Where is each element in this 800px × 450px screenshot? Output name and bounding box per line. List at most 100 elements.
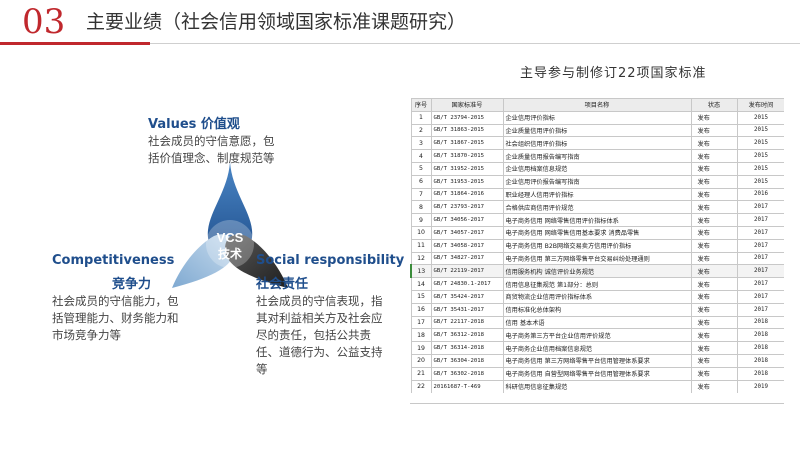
table-row[interactable]: 20 GB/T 36304-2018 电子商务信用 第三方网络零售平台信用管理体系要… xyxy=(410,353,784,368)
competitiveness-text: 社会成员的守信能力，包括管理能力、财务能力和市场竞争力等 xyxy=(52,294,179,342)
table-row[interactable]: 9 GB/T 34056-2017 电子商务信用 网络零售信用评价指标体系 发布 201… xyxy=(410,213,784,227)
standard-code: GB/T 35431-2017 xyxy=(430,302,504,317)
table-header-row: 序号 国家标准号 项目名称 状态 发布时间 xyxy=(410,98,784,112)
year-cell: 2017 xyxy=(736,289,784,304)
status-cell: 发布 xyxy=(690,187,738,202)
row-number: 13 xyxy=(410,264,432,279)
vcs-diagram: Values 价值观 社会成员的守信意愿，包括价值理念、制度规范等 VCS 技术… xyxy=(30,105,404,405)
status-cell: 发布 xyxy=(690,277,738,291)
year-cell: 2017 xyxy=(736,225,784,240)
status-cell: 发布 xyxy=(690,238,738,253)
table-row[interactable]: 15 GB/T 35424-2017 商贸物流企业信用评价指标体系 发布 2017 xyxy=(410,289,784,304)
table-row[interactable]: 21 GB/T 36302-2018 电子商务信用 自营型网络零售平台信用管理体系要… xyxy=(410,366,784,381)
project-name: 电子商务信用 网络零售信用基本要求 消费品零售 xyxy=(502,225,692,240)
social-responsibility-title: Social responsibility xyxy=(256,253,405,268)
row-number: 21 xyxy=(410,366,432,381)
table-row[interactable]: 13 GB/T 22119-2017 信用服务机构 诚信评价业务规范 发布 2017 xyxy=(410,264,784,279)
project-name: 电子商务信用 自营型网络零售平台信用管理体系要求 xyxy=(502,366,692,381)
year-cell: 2019 xyxy=(736,379,784,393)
project-name: 电子商务信用 B2B网络交易卖方信用评价指标 xyxy=(502,238,692,253)
status-cell: 发布 xyxy=(690,366,738,381)
row-number: 18 xyxy=(410,328,432,343)
project-name: 科研信用信息征集规范 xyxy=(502,379,692,393)
year-cell: 2018 xyxy=(736,366,784,381)
status-cell: 发布 xyxy=(690,315,738,330)
status-cell: 发布 xyxy=(690,149,738,163)
social-responsibility-subtitle: 社会责任 xyxy=(256,277,309,292)
standard-code: 20161687-T-469 xyxy=(430,379,504,393)
status-cell: 发布 xyxy=(690,328,738,343)
table-row[interactable]: 10 GB/T 34057-2017 电子商务信用 网络零售信用基本要求 消费品零售… xyxy=(410,225,784,240)
standard-code: GB/T 31863-2015 xyxy=(430,123,504,138)
status-cell: 发布 xyxy=(690,379,738,393)
row-number: 1 xyxy=(410,110,432,125)
table-row[interactable]: 8 GB/T 23793-2017 合格供应商信用评价规范 发布 2017 xyxy=(410,200,784,215)
row-number: 22 xyxy=(410,379,432,393)
project-name: 商贸物流企业信用评价指标体系 xyxy=(502,289,692,304)
project-name: 电子商务信用 第三方网络零售平台交易纠纷处理通则 xyxy=(502,251,692,266)
table-row[interactable]: 4 GB/T 31870-2015 企业质量信用报告编写指南 发布 2015 xyxy=(410,149,784,163)
year-cell: 2015 xyxy=(736,161,784,176)
col-header-year: 发布时间 xyxy=(736,98,784,112)
table-row[interactable]: 12 GB/T 34827-2017 电子商务信用 第三方网络零售平台交易纠纷处理通… xyxy=(410,251,784,266)
year-cell: 2018 xyxy=(736,341,784,355)
project-name: 电子商务第三方平台企业信用评价规范 xyxy=(502,328,692,343)
status-cell: 发布 xyxy=(690,123,738,138)
year-cell: 2017 xyxy=(736,251,784,266)
project-name: 企业信用档案信息规范 xyxy=(502,161,692,176)
row-number: 11 xyxy=(410,238,432,253)
row-number: 19 xyxy=(410,341,432,355)
table-row[interactable]: 18 GB/T 36312-2018 电子商务第三方平台企业信用评价规范 发布 2018 xyxy=(410,328,784,343)
year-cell: 2017 xyxy=(736,238,784,253)
year-cell: 2017 xyxy=(736,200,784,215)
table-row[interactable]: 22 20161687-T-469 科研信用信息征集规范 发布 2019 xyxy=(410,379,784,393)
year-cell: 2015 xyxy=(736,123,784,138)
project-name: 信用服务机构 诚信评价业务规范 xyxy=(502,264,692,279)
project-name: 企业信用评价报告编写指南 xyxy=(502,174,692,189)
status-cell: 发布 xyxy=(690,161,738,176)
standard-code: GB/T 23794-2015 xyxy=(430,110,504,125)
row-number: 5 xyxy=(410,161,432,176)
year-cell: 2017 xyxy=(736,213,784,227)
row-number: 8 xyxy=(410,200,432,215)
table-row[interactable]: 7 GB/T 31864-2016 职业经理人信用评价指标 发布 2016 xyxy=(410,187,784,202)
table-row[interactable]: 1 GB/T 23794-2015 企业信用评价指标 发布 2015 xyxy=(410,110,784,125)
table-row[interactable]: 11 GB/T 34058-2017 电子商务信用 B2B网络交易卖方信用评价指标发… xyxy=(410,238,784,253)
standard-code: GB/T 36314-2018 xyxy=(430,341,504,355)
standard-code: GB/T 34058-2017 xyxy=(430,238,504,253)
table-row[interactable]: 3 GB/T 31867-2015 社会组织信用评价指标 发布 2015 xyxy=(410,136,784,151)
table-row[interactable]: 2 GB/T 31863-2015 企业质量信用评价指标 发布 2015 xyxy=(410,123,784,138)
header-accent-rule xyxy=(0,42,150,45)
table-row[interactable]: 6 GB/T 31953-2015 企业信用评价报告编写指南 发布 2015 xyxy=(410,174,784,189)
vcs-petal-graphic: VCS 技术 xyxy=(172,162,288,288)
year-cell: 2017 xyxy=(736,264,784,279)
standards-caption: 主导参与制修订22项国家标准 xyxy=(520,66,707,81)
status-cell: 发布 xyxy=(690,136,738,151)
competitiveness-subtitle: 竞争力 xyxy=(112,277,152,292)
row-number: 20 xyxy=(410,353,432,368)
table-row[interactable]: 5 GB/T 31952-2015 企业信用档案信息规范 发布 2015 xyxy=(410,161,784,176)
standard-code: GB/T 22119-2017 xyxy=(430,264,504,279)
table-row[interactable]: 16 GB/T 35431-2017 信用标准化总体架构 发布 2017 xyxy=(410,302,784,317)
table-row[interactable]: 17 GB/T 22117-2018 信用 基本术语 发布 2018 xyxy=(410,315,784,330)
project-name: 信用 基本术语 xyxy=(502,315,692,330)
table-row[interactable]: 14 GB/T 24830.1-2017 信用信息征集规范 第1部分：总则 发布 201… xyxy=(410,277,784,291)
year-cell: 2018 xyxy=(736,315,784,330)
status-cell: 发布 xyxy=(690,110,738,125)
status-cell: 发布 xyxy=(690,289,738,304)
row-number: 17 xyxy=(410,315,432,330)
standard-code: GB/T 31952-2015 xyxy=(430,161,504,176)
standard-code: GB/T 31864-2016 xyxy=(430,187,504,202)
year-cell: 2015 xyxy=(736,174,784,189)
project-name: 电子商务信用 网络零售信用评价指标体系 xyxy=(502,213,692,227)
col-header-code: 国家标准号 xyxy=(430,98,504,112)
table-row[interactable]: 19 GB/T 36314-2018 电子商务企业信用档案信息规范 发布 2018 xyxy=(410,341,784,355)
section-number: 03 xyxy=(22,2,66,42)
status-cell: 发布 xyxy=(690,225,738,240)
page-header: 03 主要业绩（社会信用领域国家标准课题研究） xyxy=(0,0,800,50)
standard-code: GB/T 34056-2017 xyxy=(430,213,504,227)
row-number: 9 xyxy=(410,213,432,227)
standards-table-container: 序号 国家标准号 项目名称 状态 发布时间 1 GB/T 23794-2015 企业… xyxy=(410,98,784,404)
social-responsibility-text: 社会成员的守信表现，指其对利益相关方及社会应尽的责任，包括公共责任、道德行为、公… xyxy=(256,294,383,376)
project-name: 电子商务企业信用档案信息规范 xyxy=(502,341,692,355)
